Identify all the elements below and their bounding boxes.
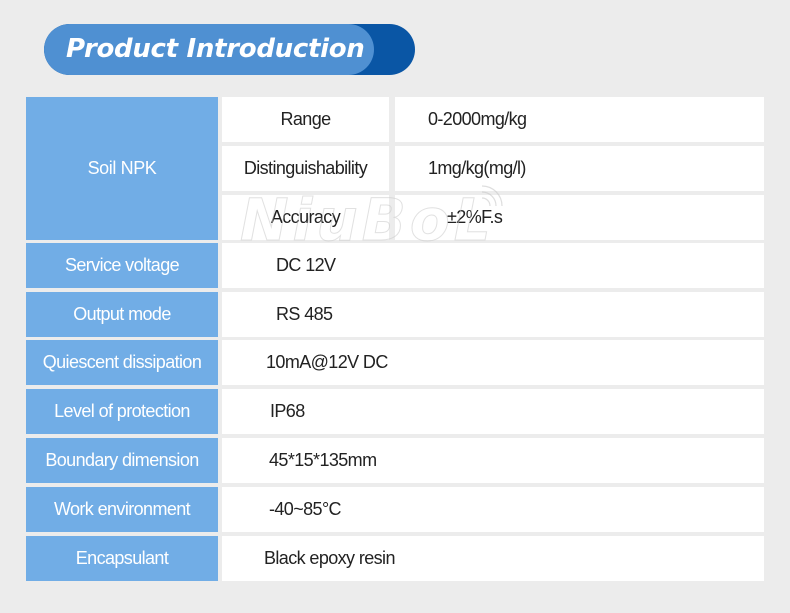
- value-work-environment: -40~85°C: [222, 487, 764, 532]
- value-accuracy: ±2%F.s: [395, 195, 764, 240]
- label-service-voltage: Service voltage: [26, 243, 218, 288]
- value-range: 0-2000mg/kg: [395, 97, 764, 142]
- label-quiescent-dissipation: Quiescent dissipation: [26, 340, 218, 385]
- value-encapsulant: Black epoxy resin: [222, 536, 764, 581]
- value-quiescent-dissipation: 10mA@12V DC: [222, 340, 764, 385]
- value-distinguishability: 1mg/kg(mg/l): [395, 146, 764, 191]
- section-title: Product Introduction: [66, 34, 365, 64]
- value-boundary-dimension: 45*15*135mm: [222, 438, 764, 483]
- table-row-accuracy: Accuracy ±2%F.s: [26, 195, 764, 240]
- label-encapsulant: Encapsulant: [26, 536, 218, 581]
- section-header-banner: Product Introduction: [44, 24, 415, 75]
- table-row: Encapsulant Black epoxy resin: [26, 536, 764, 581]
- label-level-of-protection: Level of protection: [26, 389, 218, 434]
- sub-label-range: Range: [222, 97, 389, 142]
- sub-label-accuracy: Accuracy: [222, 195, 389, 240]
- label-work-environment: Work environment: [26, 487, 218, 532]
- table-row: Quiescent dissipation 10mA@12V DC: [26, 340, 764, 385]
- table-row: Level of protection IP68: [26, 389, 764, 434]
- label-output-mode: Output mode: [26, 292, 218, 337]
- value-output-mode: RS 485: [222, 292, 764, 337]
- sub-label-distinguishability: Distinguishability: [222, 146, 389, 191]
- table-row-distinguishability: Distinguishability 1mg/kg(mg/l): [26, 146, 764, 191]
- table-row-range: Range 0-2000mg/kg: [26, 97, 764, 142]
- value-service-voltage: DC 12V: [222, 243, 764, 288]
- table-row: Boundary dimension 45*15*135mm: [26, 438, 764, 483]
- table-row: Work environment -40~85°C: [26, 487, 764, 532]
- table-row: Service voltage DC 12V: [26, 243, 764, 288]
- label-boundary-dimension: Boundary dimension: [26, 438, 218, 483]
- value-level-of-protection: IP68: [222, 389, 764, 434]
- table-row: Output mode RS 485: [26, 292, 764, 337]
